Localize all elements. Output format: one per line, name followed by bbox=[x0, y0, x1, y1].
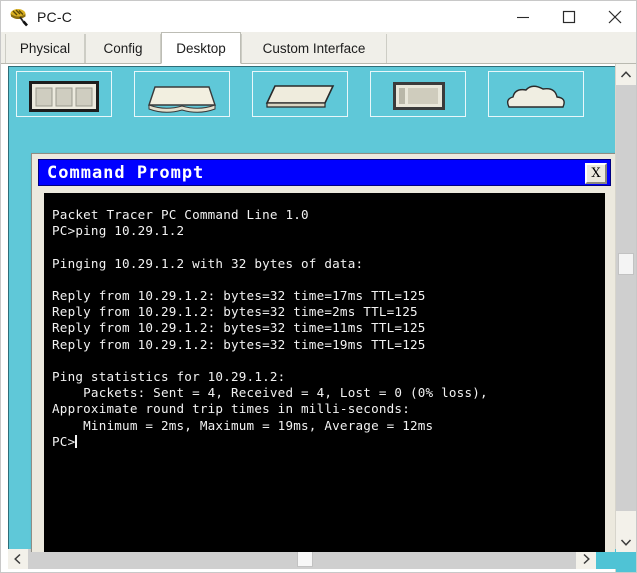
vertical-scroll-track[interactable] bbox=[616, 85, 636, 511]
command-prompt-title: Command Prompt bbox=[47, 162, 205, 183]
tab-physical[interactable]: Physical bbox=[5, 34, 85, 63]
scrollbar-corner bbox=[616, 552, 636, 572]
desktop-icon-ip-configuration[interactable] bbox=[16, 71, 112, 117]
window-titlebar: PC-C bbox=[1, 1, 636, 32]
web-browser-icon bbox=[506, 85, 565, 108]
desktop-icon-terminal[interactable] bbox=[252, 71, 348, 117]
horizontal-scrollbar[interactable] bbox=[8, 549, 616, 569]
scroll-up-icon[interactable] bbox=[616, 64, 636, 85]
terminal-cursor bbox=[75, 434, 77, 448]
minimize-button[interactable] bbox=[500, 1, 546, 32]
command-prompt-close-label: X bbox=[591, 166, 601, 181]
tab-custom-interface-label: Custom Interface bbox=[262, 41, 366, 56]
terminal-output-area[interactable]: Packet Tracer PC Command Line 1.0 PC>pin… bbox=[44, 193, 605, 552]
desktop-icon-dial-up[interactable] bbox=[134, 71, 230, 117]
vertical-scrollbar[interactable] bbox=[615, 64, 636, 572]
command-prompt-dialog: Command Prompt X Packet Tracer PC Comman… bbox=[31, 153, 615, 552]
scroll-right-icon[interactable] bbox=[576, 549, 596, 569]
command-prompt-titlebar: Command Prompt X bbox=[38, 159, 611, 186]
desktop-icon-web-browser[interactable] bbox=[488, 71, 584, 117]
scrollbar-corner-horizontal bbox=[596, 549, 616, 569]
tab-config[interactable]: Config bbox=[85, 34, 161, 63]
desktop-icon-command-prompt[interactable] bbox=[370, 71, 466, 117]
horizontal-scroll-thumb[interactable] bbox=[297, 551, 313, 567]
command-prompt-icon bbox=[393, 82, 445, 110]
tab-bar: Physical Config Desktop Custom Interface bbox=[1, 32, 636, 64]
terminal-text: Packet Tracer PC Command Line 1.0 PC>pin… bbox=[52, 207, 488, 449]
window-controls bbox=[500, 1, 636, 32]
ip-configuration-icon bbox=[29, 81, 99, 112]
terminal-icon bbox=[265, 85, 335, 108]
vertical-scroll-thumb[interactable] bbox=[618, 253, 634, 275]
tab-desktop[interactable]: Desktop bbox=[161, 32, 241, 64]
tab-desktop-label: Desktop bbox=[176, 40, 226, 56]
command-prompt-close-button[interactable]: X bbox=[585, 163, 607, 184]
dial-up-icon bbox=[148, 86, 216, 113]
desktop-pane: Command Prompt X Packet Tracer PC Comman… bbox=[8, 66, 616, 553]
router-device-icon bbox=[8, 6, 30, 28]
tab-config-label: Config bbox=[103, 41, 143, 56]
window-title: PC-C bbox=[37, 8, 73, 25]
desktop-icon-row bbox=[16, 71, 584, 117]
tab-physical-label: Physical bbox=[19, 41, 71, 56]
maximize-button[interactable] bbox=[546, 1, 592, 32]
scroll-left-icon[interactable] bbox=[8, 549, 28, 569]
pc-device-window: PC-C Physical Config Desktop Custom Inte… bbox=[0, 0, 637, 573]
tab-custom-interface[interactable]: Custom Interface bbox=[241, 34, 387, 63]
scroll-down-icon[interactable] bbox=[616, 531, 636, 552]
close-button[interactable] bbox=[592, 1, 636, 32]
terminal-prompt: PC> bbox=[52, 433, 76, 449]
